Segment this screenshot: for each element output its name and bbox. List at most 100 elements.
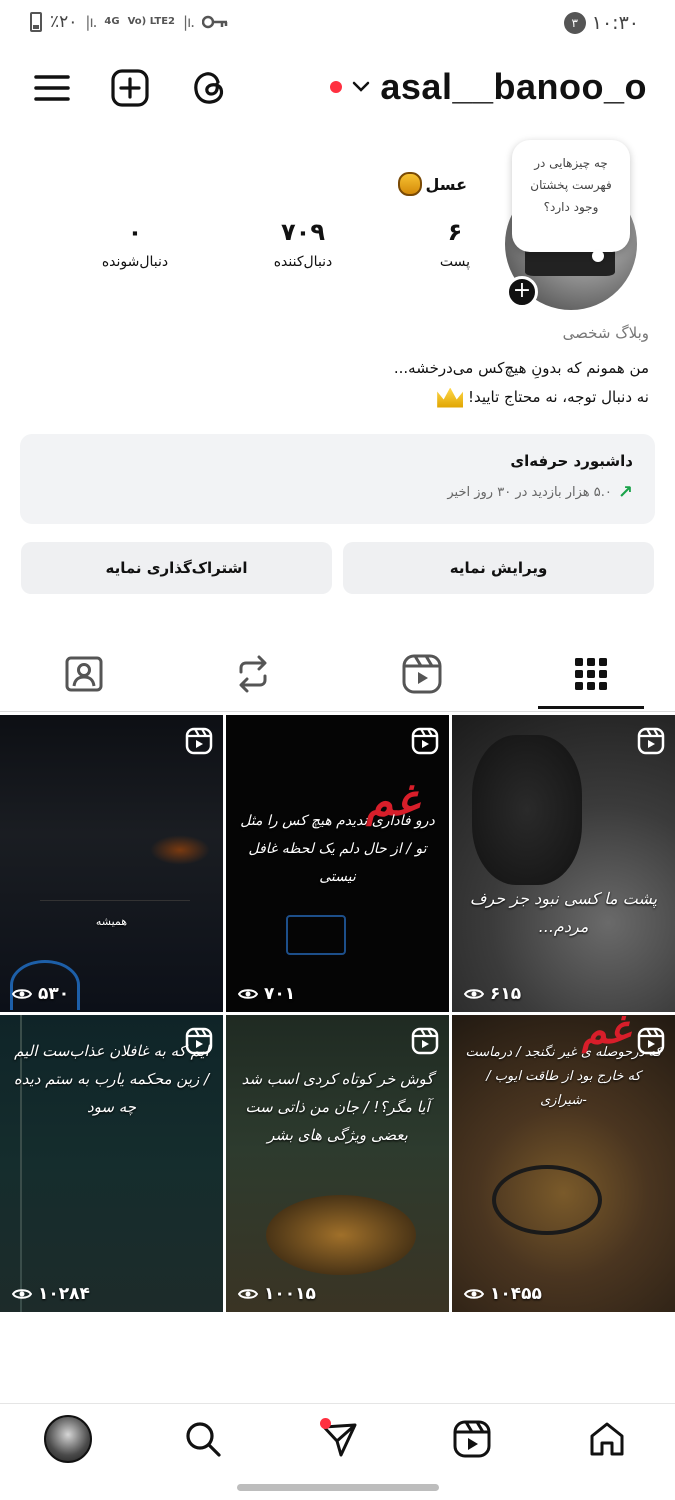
tile-caption: که درحوصله ی غیر نگنجد / درماست که خارج … xyxy=(465,1045,662,1108)
post-tile[interactable]: غم درو فاداری ندیدم هیچ کس را مثل تو / ا… xyxy=(226,715,449,1012)
search-icon xyxy=(186,1422,221,1457)
nav-home[interactable] xyxy=(582,1414,632,1464)
crown-icon xyxy=(437,387,464,408)
bottom-nav xyxy=(0,1414,675,1468)
bottom-nav-divider xyxy=(0,1403,675,1404)
honey-pot-icon xyxy=(397,172,422,196)
followers-label: دنبال‌کننده xyxy=(273,254,333,270)
view-count: ۷۰۱ xyxy=(238,984,295,1004)
eye-icon xyxy=(464,1289,484,1299)
battery-level: ٪۲۰ xyxy=(50,12,78,32)
profile-stats: ۶ پست ۷۰۹ دنبال‌کننده ۰ دنبال‌شونده xyxy=(70,218,490,288)
professional-dashboard[interactable]: داشبورد حرفه‌ای ↗ ۵.۰ هزار بازدید در ۳۰ … xyxy=(20,434,655,524)
battery-icon xyxy=(30,12,42,32)
eye-icon xyxy=(464,989,484,999)
clock: ۱۰:۳۰ xyxy=(591,12,639,34)
posts-label: پست xyxy=(439,254,471,270)
stat-posts[interactable]: ۶ پست xyxy=(410,218,500,270)
tab-grid-icon[interactable] xyxy=(569,652,613,696)
username: asal__banoo_o xyxy=(380,66,647,107)
threads-icon[interactable] xyxy=(190,68,230,108)
edit-profile-button[interactable]: ویرایش نمایه xyxy=(343,542,654,594)
tab-reels-icon[interactable] xyxy=(400,652,444,696)
home-icon xyxy=(590,1422,624,1456)
view-count-value: ۱۰۴۵۵ xyxy=(490,1284,542,1304)
eye-icon xyxy=(238,989,258,999)
bio-line-2: نه دنبال توجه، نه محتاج تایید! xyxy=(467,388,649,406)
post-tile[interactable]: گوش خر کوتاه کردی اسب شد آیا مگر؟! / جان… xyxy=(226,1015,449,1312)
nav-search[interactable] xyxy=(178,1414,228,1464)
tab-reposts-icon[interactable] xyxy=(231,652,275,696)
network-type-2: Vo) LTE2 xyxy=(127,16,176,27)
bio-line-1: من همونم که بدونِ هیچ‌کس می‌درخشه... xyxy=(393,359,649,377)
tile-bowl xyxy=(492,1165,602,1235)
active-tab-indicator xyxy=(538,706,644,709)
nav-reels[interactable] xyxy=(447,1414,497,1464)
view-count-value: ۷۰۱ xyxy=(264,984,296,1004)
dashboard-subtitle: ۵.۰ هزار بازدید در ۳۰ روز اخیر xyxy=(447,485,612,500)
view-count: ۱۰۰۱۵ xyxy=(238,1284,316,1304)
notification-count-badge: ۳ xyxy=(563,12,586,34)
home-indicator[interactable] xyxy=(237,1484,439,1491)
view-count-value: ۵۳۰ xyxy=(38,984,70,1004)
tile-caption: ایم که به غافلان عذاب‌ست الیم / زین محکم… xyxy=(13,1042,210,1116)
tabs-divider xyxy=(0,711,675,712)
nav-avatar xyxy=(44,1415,92,1463)
following-count: ۰ xyxy=(127,218,143,246)
key-icon xyxy=(202,15,228,29)
display-name: عسل xyxy=(397,172,468,196)
reels-icon xyxy=(453,1420,491,1458)
post-tile[interactable]: غم که درحوصله ی غیر نگنجد / درماست که خا… xyxy=(452,1015,675,1312)
view-count-value: ۱۰۲۸۴ xyxy=(38,1284,90,1304)
post-tile[interactable]: ایم که به غافلان عذاب‌ست الیم / زین محکم… xyxy=(0,1015,223,1312)
share-profile-button[interactable]: اشتراک‌گذاری نمایه xyxy=(21,542,332,594)
add-story-icon[interactable]: + xyxy=(506,276,538,308)
network-type-1: 4G xyxy=(104,16,120,27)
reel-icon xyxy=(185,727,213,755)
profile-header: asal__banoo_o xyxy=(0,60,675,120)
reel-icon xyxy=(637,727,665,755)
tab-tagged-icon[interactable] xyxy=(62,652,106,696)
signal-icon-2: |ı. xyxy=(183,13,195,31)
posts-count: ۶ xyxy=(447,218,463,246)
trend-up-icon: ↗ xyxy=(617,482,633,503)
followers-count: ۷۰۹ xyxy=(281,218,325,246)
nav-messages[interactable] xyxy=(314,1414,364,1464)
eye-icon xyxy=(238,1289,258,1299)
following-label: دنبال‌شونده xyxy=(101,254,169,270)
view-count: ۵۳۰ xyxy=(12,984,69,1004)
notification-dot xyxy=(330,81,343,93)
dashboard-title: داشبورد حرفه‌ای xyxy=(510,452,633,470)
signal-icon: |ı. xyxy=(85,13,97,31)
view-count-value: ۱۰۰۱۵ xyxy=(264,1284,316,1304)
stat-followers[interactable]: ۷۰۹ دنبال‌کننده xyxy=(248,218,358,270)
reel-icon xyxy=(411,1027,439,1055)
display-name-text: عسل xyxy=(425,174,468,194)
create-post-icon[interactable] xyxy=(110,68,150,108)
menu-icon[interactable] xyxy=(32,68,72,108)
status-bar: ٪۲۰ |ı. 4G Vo) LTE2 |ı. ۳ ۱۰:۳۰ xyxy=(0,0,675,50)
account-switcher[interactable]: asal__banoo_o xyxy=(330,66,647,108)
tile-light xyxy=(150,835,210,865)
tile-caption: گوش خر کوتاه کردی اسب شد آیا مگر؟! / جان… xyxy=(241,1070,434,1144)
view-count: ۱۰۲۸۴ xyxy=(12,1284,90,1304)
reel-icon xyxy=(185,1027,213,1055)
post-tile[interactable]: همیشه ۵۳۰ xyxy=(0,715,223,1012)
reel-icon xyxy=(411,727,439,755)
note-bubble[interactable]: چه چیزهایی در فهرست پخشتان وجود دارد؟ xyxy=(512,140,630,262)
nav-profile[interactable] xyxy=(43,1414,93,1464)
profile-category: وبلاگ شخصی xyxy=(562,324,649,342)
view-count: ۱۰۴۵۵ xyxy=(464,1284,542,1304)
eye-icon xyxy=(12,1289,32,1299)
tile-food xyxy=(266,1195,416,1275)
view-count-value: ۶۱۵ xyxy=(490,984,522,1004)
stat-following[interactable]: ۰ دنبال‌شونده xyxy=(80,218,190,270)
chevron-down-icon xyxy=(353,81,370,92)
content-tabs xyxy=(0,640,675,712)
post-tile[interactable]: پشت ما کسی نبود جز حرف مردم... ۶۱۵ xyxy=(452,715,675,1012)
profile-bio: من همونم که بدونِ هیچ‌کس می‌درخشه... نه … xyxy=(49,354,649,412)
bio-line-2-wrap: نه دنبال توجه، نه محتاج تایید! xyxy=(49,383,649,412)
tile-caption: پشت ما کسی نبود جز حرف مردم... xyxy=(469,889,658,936)
eye-icon xyxy=(12,989,32,999)
messages-notification-dot xyxy=(320,1418,331,1429)
